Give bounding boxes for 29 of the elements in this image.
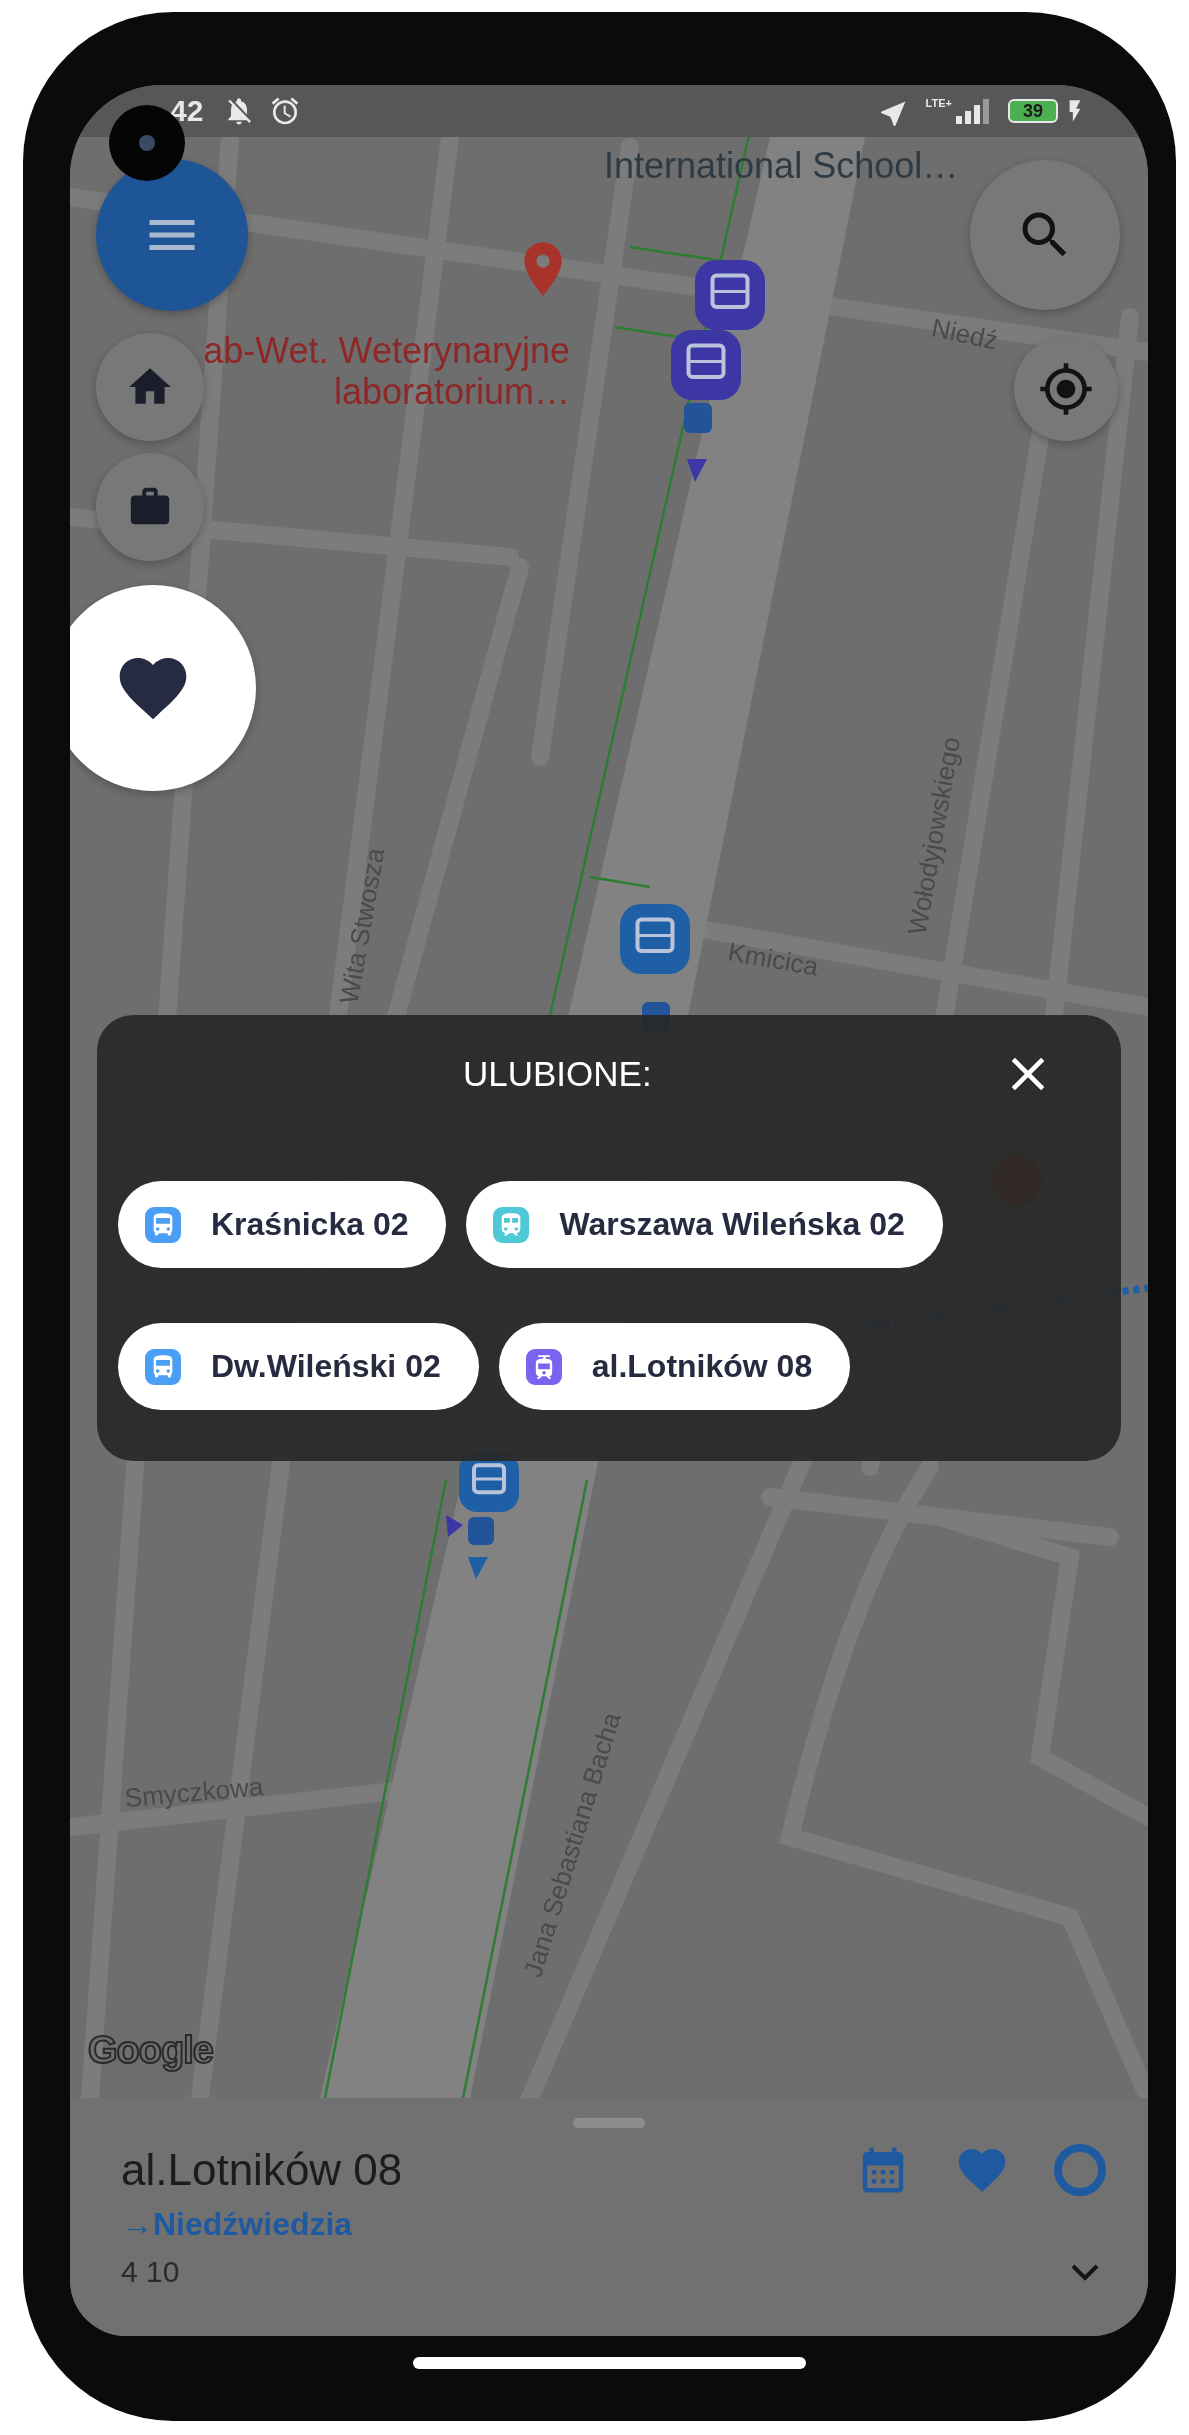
stop-name: Kraśnicka 02 <box>211 1206 409 1243</box>
chevron-down-icon <box>1070 2263 1100 2281</box>
stop-name: al.Lotników 08 <box>591 1348 813 1385</box>
map-attribution: Google <box>88 2029 213 2072</box>
stop-name: Warszawa Wileńska 02 <box>559 1206 905 1243</box>
direction-arrow-icon <box>446 1515 463 1537</box>
line-numbers: 4 10 <box>121 2255 180 2289</box>
favorite-stop-chip[interactable]: al.Lotników 08 <box>498 1323 851 1410</box>
stop-title: al.Lotników 08 <box>121 2145 403 2195</box>
favorite-stop-chip[interactable]: Dw.Wileński 02 <box>118 1323 479 1410</box>
expand-button[interactable] <box>1070 2263 1100 2281</box>
stop-marker[interactable] <box>684 403 712 433</box>
direction-arrow-icon <box>687 459 707 482</box>
popup-title: ULUBIONE: <box>463 1054 652 1094</box>
favorite-stop-chip[interactable]: Kraśnicka 02 <box>118 1181 447 1268</box>
tram-marker[interactable] <box>695 260 765 330</box>
direction-label: →Niedźwiedzia <box>121 2206 354 2243</box>
stop-name: Dw.Wileński 02 <box>211 1348 441 1385</box>
tram-marker[interactable] <box>671 330 741 400</box>
favorite-stop-chip[interactable]: Warszawa Wileńska 02 <box>466 1181 943 1268</box>
network-type: LTE+ <box>925 97 952 109</box>
crosshair-icon <box>1038 361 1094 417</box>
direction-arrow-icon <box>468 1557 488 1579</box>
bus-marker[interactable] <box>620 904 690 974</box>
stop-marker[interactable] <box>468 1517 494 1545</box>
drag-handle[interactable] <box>573 2118 645 2128</box>
battery-level: 39 <box>1008 99 1058 123</box>
map-label: ab-Wet. Weterynaryjne laboratorium… <box>202 330 570 413</box>
status-time: 42 <box>170 94 204 128</box>
